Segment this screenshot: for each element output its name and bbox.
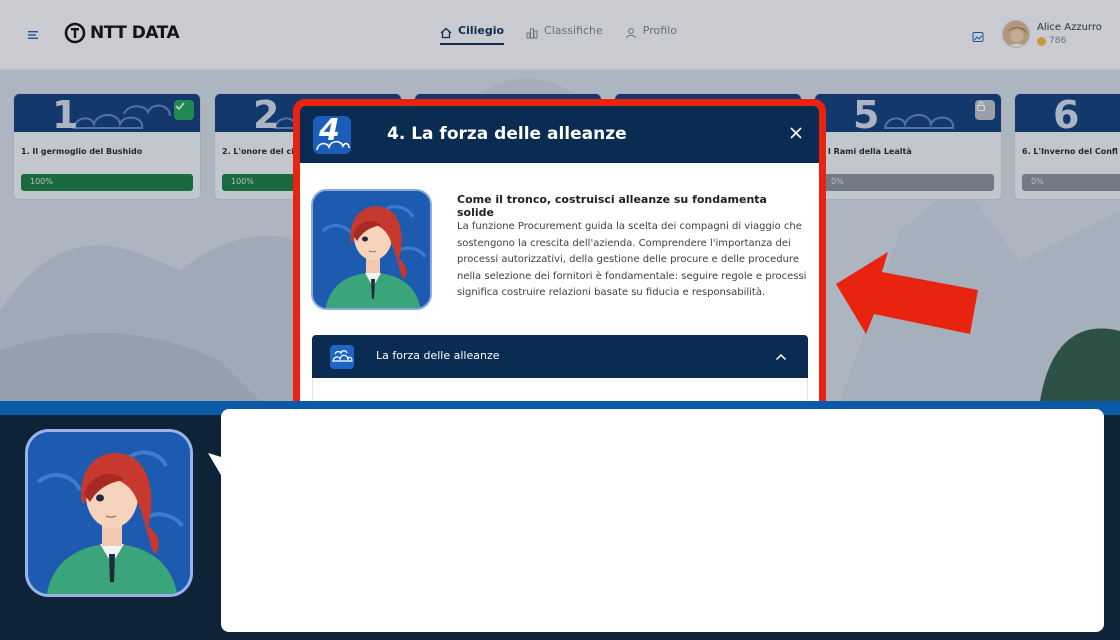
clouds-icon xyxy=(330,345,354,369)
highlight-arrow-icon xyxy=(832,250,982,344)
speech-bubble[interactable] xyxy=(221,409,1104,632)
intro-title: Come il tronco, costruisci alleanze su f… xyxy=(457,193,767,219)
chapter-modal: 4 4. La forza delle alleanze Come il tro… xyxy=(293,99,826,404)
chevron-up-icon[interactable] xyxy=(774,349,788,363)
chapter-4-icon: 4 xyxy=(313,116,351,154)
modal-title: 4. La forza delle alleanze xyxy=(387,124,627,144)
character-portrait xyxy=(311,189,432,310)
accordion-label: La forza delle alleanze xyxy=(376,349,500,362)
dialogue-panel xyxy=(0,401,1120,640)
intro-text: La funzione Procurement guida la scelta … xyxy=(457,221,807,298)
accordion-header[interactable]: La forza delle alleanze xyxy=(312,335,808,378)
modal-header: 4 4. La forza delle alleanze xyxy=(300,106,819,163)
close-icon[interactable] xyxy=(787,124,805,142)
speaker-portrait xyxy=(25,429,193,597)
